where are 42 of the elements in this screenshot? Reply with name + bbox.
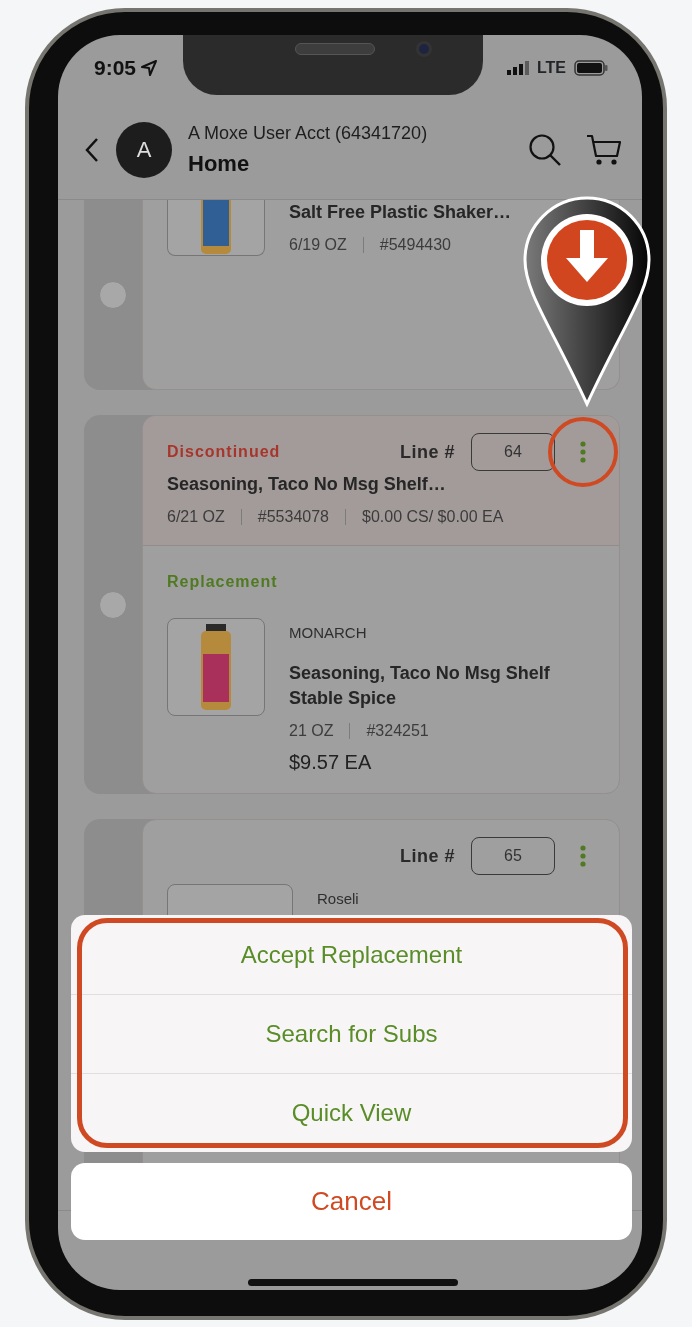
status-time: 9:05 [94,54,137,81]
battery-icon [574,59,608,76]
vertical-dots-icon [580,845,586,868]
line-number-label: Line # [400,440,455,464]
product-meta: 6/19 OZ [289,235,347,256]
cancel-button[interactable]: Cancel [71,1163,632,1240]
product-meta: #5534078 [257,507,329,528]
radio-button[interactable] [99,590,127,619]
line-number-field[interactable]: 65 [471,837,555,876]
location-arrow-icon [140,58,159,77]
back-button[interactable] [84,136,100,163]
product-name: Seasoning, Taco No Msg Shelf Stable Spice [289,661,551,710]
product-meta: 6/21 OZ [167,507,225,528]
product-meta: #5494430 [379,235,451,256]
chevron-left-icon [84,136,100,163]
product-name: Seasoning, Taco No Msg Shelf… [167,473,447,496]
search-icon [528,132,562,167]
line-number-field[interactable]: 64 [471,433,555,471]
discontinued-status: Discontinued [167,442,282,462]
radio-button[interactable] [99,281,127,309]
avatar: A [116,121,172,178]
search-button[interactable] [528,132,562,167]
cart-icon [586,132,622,167]
map-pin-icon [523,196,651,408]
line-number-label: Line # [400,844,455,868]
action-option[interactable]: Quick View [71,1073,632,1152]
replacement-label: Replacement [167,572,279,593]
highlight-circle [548,417,618,487]
product-name: Salt Free Plastic Shaker… [289,201,512,224]
product-meta: 21 OZ [289,721,334,742]
action-option[interactable]: Search for Subs [71,994,632,1073]
account-name: A Moxe User Acct (64341720) [188,121,429,145]
signal-icon [506,60,529,75]
action-option[interactable]: Accept Replacement [71,915,632,994]
product-meta: $0.00 CS/ $0.00 EA [362,507,504,528]
product-price: $9.57 EA [289,750,373,776]
vertical-dots-icon [580,441,586,463]
page-title: Home [188,149,251,178]
brand-name: MONARCH [289,623,368,644]
product-meta: #324251 [366,721,429,742]
cart-button[interactable] [586,132,622,167]
network-label: LTE [536,57,566,78]
